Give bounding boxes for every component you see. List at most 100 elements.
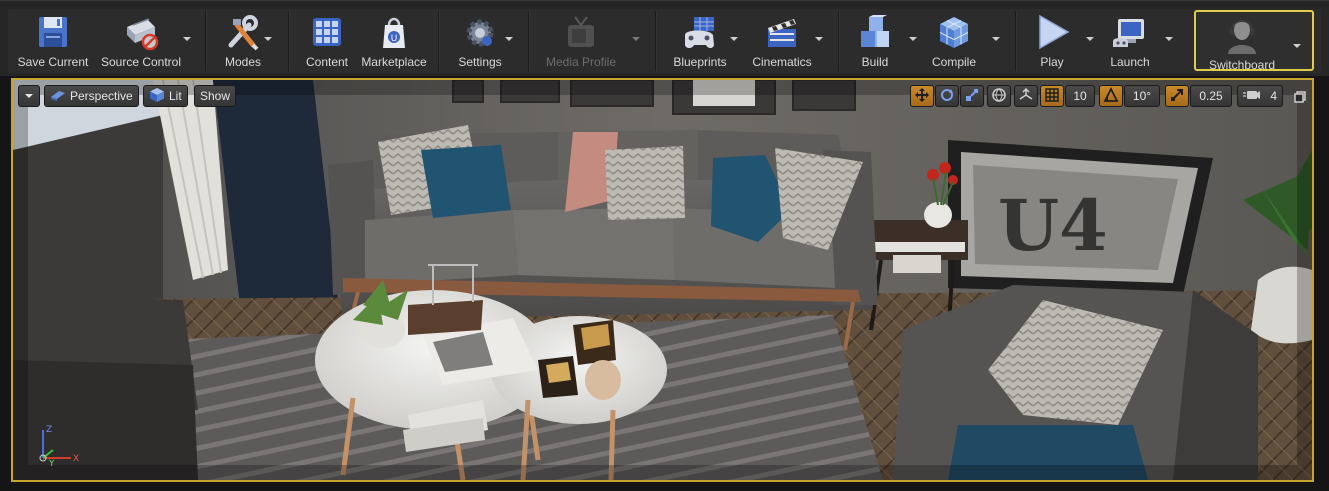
grid-snap-toggle[interactable] (1040, 85, 1064, 107)
cinematics-dropdown[interactable] (814, 34, 826, 44)
launch-dropdown[interactable] (1164, 34, 1176, 44)
build-label: Build (861, 55, 889, 69)
z-axis-label: Z (46, 425, 52, 435)
play-label: Play (1040, 55, 1064, 69)
launch-icon (1110, 13, 1150, 53)
grid-snap-text: 10 (1073, 89, 1087, 103)
show-flags-button[interactable]: Show (194, 85, 237, 107)
media-profile-label: Media Profile (545, 55, 617, 69)
camera-icon (1243, 88, 1261, 105)
rotation-snap-toggle[interactable] (1099, 85, 1123, 107)
scale-icon (964, 87, 980, 106)
maximize-viewport-button[interactable] (1293, 89, 1307, 103)
launch-button[interactable]: Launch (1102, 9, 1158, 71)
x-axis-label: X (73, 454, 79, 464)
world-local-toggle[interactable] (987, 85, 1011, 107)
source-control-dropdown[interactable] (182, 34, 194, 44)
camera-speed-button[interactable]: 4 (1237, 85, 1283, 107)
living-room-scene[interactable]: U4 (13, 80, 1312, 480)
cinematics-button[interactable]: Cinematics (748, 9, 816, 71)
show-label: Show (200, 89, 231, 103)
compile-label: Compile (931, 55, 976, 69)
viewport-options-dropdown[interactable] (18, 85, 40, 107)
content-button[interactable]: Content (298, 9, 356, 71)
level-viewport[interactable]: U4 Perspective Lit Show 10 10° 0.25 4 Z … (11, 78, 1314, 482)
toolbar-separator (205, 11, 207, 71)
camera-speed-text: 4 (1270, 89, 1277, 103)
source-control-label: Source Control (100, 55, 182, 69)
launch-label: Launch (1110, 55, 1150, 69)
view-mode-lit-button[interactable]: Lit (143, 85, 188, 107)
blueprints-gamepad-icon (680, 13, 720, 53)
toolbar-separator (288, 11, 290, 71)
build-button[interactable]: Build (850, 9, 900, 71)
play-icon (1032, 13, 1072, 53)
compile-button[interactable]: Compile (928, 9, 980, 71)
blueprints-label: Blueprints (673, 55, 727, 69)
build-dropdown[interactable] (908, 34, 920, 44)
toolbar-separator (838, 11, 840, 71)
toolbar-separator (655, 11, 657, 71)
toolbar-separator (1015, 11, 1017, 71)
clapperboard-icon (762, 13, 802, 53)
perspective-button[interactable]: Perspective (44, 85, 139, 107)
marketplace-label: Marketplace (361, 55, 427, 69)
surface-snapping-button[interactable] (1014, 85, 1038, 107)
toolbar-separator (528, 11, 530, 71)
save-current-button[interactable]: Save Current (14, 9, 92, 71)
cinematics-label: Cinematics (752, 55, 812, 69)
save-current-label: Save Current (17, 55, 89, 69)
grid-icon (1044, 87, 1060, 106)
modes-dropdown[interactable] (263, 34, 275, 44)
play-button[interactable]: Play (1026, 9, 1078, 71)
rotation-snap-value[interactable]: 10° (1124, 85, 1160, 107)
media-profile-icon (561, 13, 601, 53)
content-label: Content (305, 55, 349, 69)
y-axis-label: Y (48, 459, 55, 468)
content-browser-icon (307, 13, 347, 53)
floppy-disk-icon (33, 13, 73, 53)
translate-mode-button[interactable] (910, 85, 934, 107)
compile-dropdown[interactable] (991, 34, 1003, 44)
translate-arrows-icon (914, 87, 930, 106)
rotate-icon (939, 87, 955, 106)
restore-window-icon (1293, 89, 1307, 108)
source-control-button[interactable]: Source Control (98, 9, 184, 71)
axis-gizmo: Z X Y (39, 425, 79, 468)
switchboard-dropdown[interactable] (1292, 36, 1302, 55)
blueprints-button[interactable]: Blueprints (666, 9, 734, 71)
scale-snap-icon (1169, 87, 1185, 106)
scale-mode-button[interactable] (960, 85, 984, 107)
marketplace-button[interactable]: U Marketplace (358, 9, 430, 71)
scale-snap-text: 0.25 (1199, 89, 1223, 103)
globe-icon (991, 87, 1007, 106)
build-blocks-icon (855, 13, 895, 53)
rotate-mode-button[interactable] (935, 85, 959, 107)
perspective-label: Perspective (70, 89, 133, 103)
y-axis-line (42, 449, 54, 459)
media-profile-button[interactable]: Media Profile (540, 9, 622, 71)
switchboard-label: Switchboard (1208, 58, 1276, 72)
grid-snap-value[interactable]: 10 (1065, 85, 1095, 107)
lit-label: Lit (169, 89, 182, 103)
marketplace-icon: U (374, 13, 414, 53)
toolbar-separator (438, 11, 440, 71)
blueprints-dropdown[interactable] (729, 34, 741, 44)
source-control-icon (121, 13, 161, 53)
scale-snap-toggle[interactable] (1165, 85, 1189, 107)
settings-label: Settings (458, 55, 502, 69)
perspective-icon (50, 88, 66, 105)
play-dropdown[interactable] (1085, 34, 1097, 44)
angle-icon (1103, 86, 1119, 106)
switchboard-button[interactable]: Switchboard (1194, 10, 1314, 72)
media-profile-dropdown[interactable] (631, 34, 643, 44)
scale-snap-value[interactable]: 0.25 (1190, 85, 1232, 107)
compile-cube-icon (934, 13, 974, 53)
settings-button[interactable]: Settings (450, 9, 510, 71)
rotation-snap-text: 10° (1132, 89, 1152, 103)
lit-cube-icon (149, 87, 165, 106)
surface-snap-icon (1018, 87, 1034, 106)
modes-tools-icon (223, 13, 263, 53)
settings-icon (460, 13, 500, 53)
settings-dropdown[interactable] (504, 34, 516, 44)
